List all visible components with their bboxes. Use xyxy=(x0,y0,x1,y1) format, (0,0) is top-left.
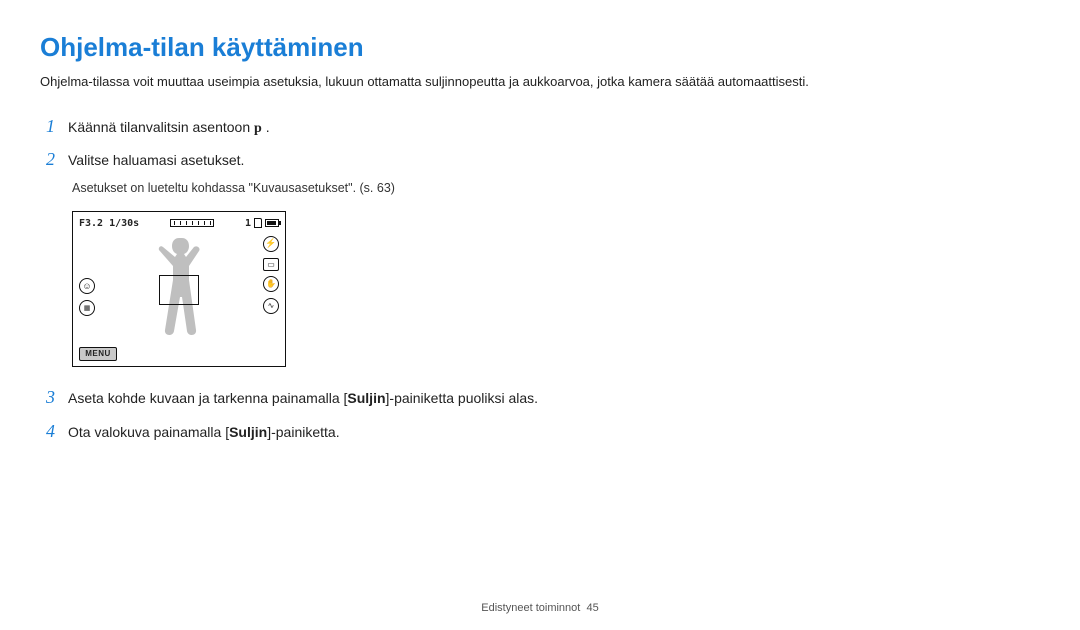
step-text: Aseta kohde kuvaan ja tarkenna painamall… xyxy=(68,388,538,409)
step-text: Ota valokuva painamalla [Suljin]-painike… xyxy=(68,422,340,443)
step-2-subnote: Asetukset on lueteltu kohdassa "Kuvausas… xyxy=(72,181,1040,195)
page-footer: Edistyneet toiminnot 45 xyxy=(0,602,1080,614)
shot-count: 1 xyxy=(245,218,251,229)
step-number: 3 xyxy=(46,387,68,408)
step-3: 3 Aseta kohde kuvaan ja tarkenna painama… xyxy=(46,387,1040,409)
step-number: 1 xyxy=(46,116,68,137)
camera-screen-illustration: F3.2 1/30s 1 ☺ ▦ ⚡ ▭ ✋ ∿ MENU xyxy=(72,211,286,367)
camera-status-strip: F3.2 1/30s 1 xyxy=(79,218,279,229)
page-title: Ohjelma-tilan käyttäminen xyxy=(40,32,1040,63)
step-4: 4 Ota valokuva painamalla [Suljin]-paini… xyxy=(46,421,1040,443)
stabilize-icon: ∿ xyxy=(263,298,279,314)
status-right: 1 xyxy=(245,218,279,229)
intro-paragraph: Ohjelma-tilassa voit muuttaa useimpia as… xyxy=(40,73,1040,92)
battery-icon xyxy=(265,219,279,227)
face-detect-icon: ☺ xyxy=(79,278,95,294)
step-number: 2 xyxy=(46,149,68,170)
step-number: 4 xyxy=(46,421,68,442)
footer-page-number: 45 xyxy=(586,602,598,614)
timer-icon: ✋ xyxy=(263,276,279,292)
step-text: Valitse haluamasi asetukset. xyxy=(68,150,244,171)
menu-button: MENU xyxy=(79,347,117,361)
flash-icon: ⚡ xyxy=(263,236,279,252)
step-text: Käännä tilanvalitsin asentoon p . xyxy=(68,117,270,139)
footer-section: Edistyneet toiminnot xyxy=(481,602,580,614)
focus-rectangle-icon xyxy=(159,275,199,305)
camera-viewport: ☺ ▦ ⚡ ▭ ✋ ∿ xyxy=(73,232,285,344)
step-2: 2 Valitse haluamasi asetukset. xyxy=(46,149,1040,171)
exposure-readout: F3.2 1/30s xyxy=(79,218,139,229)
display-icon: ▦ xyxy=(79,300,95,316)
exposure-meter-icon xyxy=(170,219,214,227)
step-1: 1 Käännä tilanvalitsin asentoon p . xyxy=(46,116,1040,139)
steps-list: 1 Käännä tilanvalitsin asentoon p . 2 Va… xyxy=(46,116,1040,443)
memory-card-icon xyxy=(254,218,262,228)
size-icon: ▭ xyxy=(263,258,279,271)
